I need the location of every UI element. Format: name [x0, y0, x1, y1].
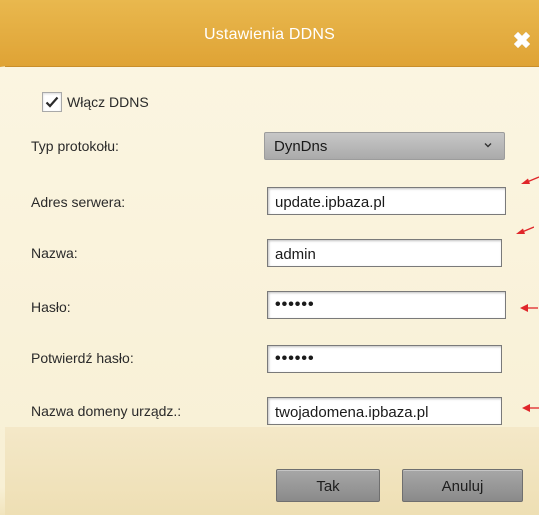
dialog-titlebar: Ustawienia DDNS: [0, 0, 539, 67]
dialog-body: Włącz DDNS Typ protokołu: DynDns Adres s…: [0, 67, 539, 515]
domain-label: Nazwa domeny urządz.:: [31, 403, 182, 419]
name-label: Nazwa:: [31, 245, 78, 261]
confirm-password-label: Potwierdź hasło:: [31, 350, 134, 366]
annotation-arrow-icon: [520, 304, 538, 312]
dialog-title: Ustawienia DDNS: [203, 26, 336, 43]
protocol-select[interactable]: DynDns: [264, 132, 505, 160]
ok-button[interactable]: Tak: [276, 469, 380, 502]
check-icon: [45, 96, 59, 108]
close-icon: [513, 31, 531, 49]
server-address-input[interactable]: update.ipbaza.pl: [267, 187, 506, 215]
password-input[interactable]: ••••••: [267, 291, 506, 319]
chevron-down-icon: [484, 143, 492, 148]
annotation-arrow-icon: [516, 226, 534, 234]
cancel-button[interactable]: Anuluj: [402, 469, 523, 502]
enable-ddns-label: Włącz DDNS: [67, 94, 149, 110]
password-label: Hasło:: [31, 299, 71, 315]
domain-input[interactable]: twojadomena.ipbaza.pl: [267, 397, 502, 425]
confirm-password-input[interactable]: ••••••: [267, 345, 502, 373]
close-button[interactable]: [509, 27, 535, 53]
server-label: Adres serwera:: [31, 194, 126, 210]
username-input[interactable]: admin: [267, 239, 502, 267]
enable-ddns-checkbox[interactable]: [42, 92, 62, 112]
annotation-arrow-icon: [521, 176, 539, 184]
protocol-label: Typ protokołu:: [31, 138, 119, 154]
protocol-selected-value: DynDns: [274, 138, 328, 155]
annotation-arrow-icon: [522, 404, 539, 412]
